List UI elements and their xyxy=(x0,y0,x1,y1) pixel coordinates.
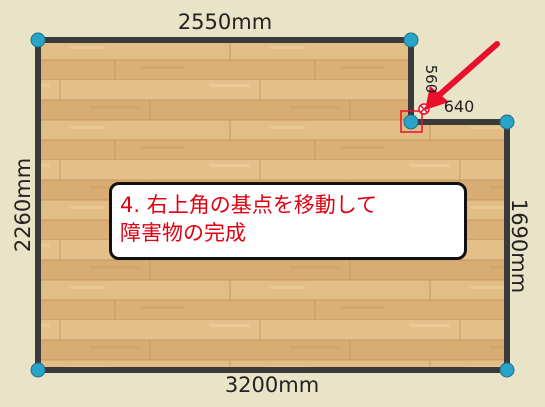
dim-notch-vertical-label[interactable]: 560 xyxy=(422,65,440,94)
dim-bottom-label[interactable]: 3200mm xyxy=(225,373,319,397)
corner-node-notch[interactable] xyxy=(403,114,419,130)
corner-node-top-right[interactable] xyxy=(403,32,419,48)
instruction-callout: 4. 右上角の基点を移動して 障害物の完成 xyxy=(109,182,467,260)
corner-node-top-left[interactable] xyxy=(30,32,46,48)
dim-left-label[interactable]: 2260mm xyxy=(11,158,35,252)
instruction-line-1: 4. 右上角の基点を移動して xyxy=(120,193,378,217)
dim-right-label[interactable]: 1690mm xyxy=(507,199,531,293)
corner-node-bottom-right[interactable] xyxy=(499,362,515,378)
instruction-line-2: 障害物の完成 xyxy=(120,221,246,245)
corner-node-bottom-left[interactable] xyxy=(30,362,46,378)
dim-notch-horizontal-label[interactable]: 640 xyxy=(444,97,475,116)
dim-top-label[interactable]: 2550mm xyxy=(178,10,272,34)
corner-node-right-top[interactable] xyxy=(499,114,515,130)
